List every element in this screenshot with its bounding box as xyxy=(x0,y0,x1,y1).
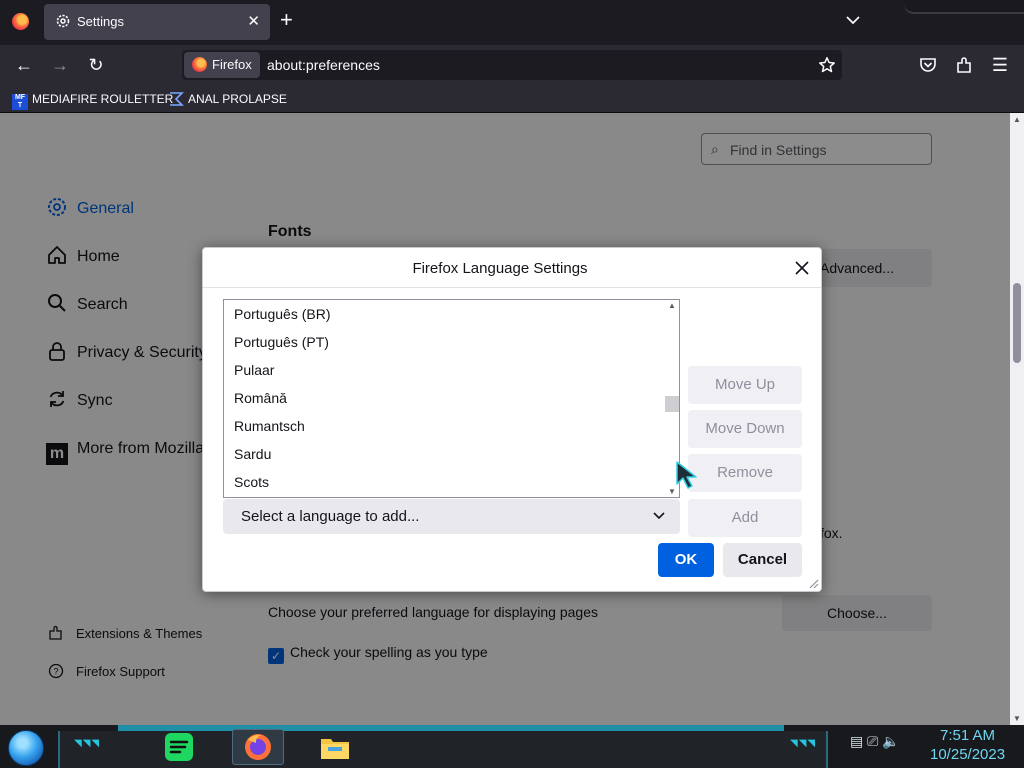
firefox-icon[interactable] xyxy=(241,730,275,764)
clock-date[interactable]: 10/25/2023 xyxy=(930,746,1005,763)
language-select[interactable]: Select a language to add... xyxy=(223,499,680,534)
menu-icon[interactable]: ☰ xyxy=(988,53,1012,77)
add-button[interactable]: Add xyxy=(688,499,802,537)
network-icon[interactable]: ⎚ xyxy=(867,733,878,749)
resize-grip-icon[interactable] xyxy=(807,577,819,589)
clock-time[interactable]: 7:51 AM xyxy=(940,727,995,744)
tab-settings[interactable]: Settings ✕ xyxy=(44,4,270,40)
tab-title: Settings xyxy=(77,14,124,29)
remove-button[interactable]: Remove xyxy=(688,454,802,492)
bookmarks-toolbar: MF T MEDIAFIRE ROULETTER ANAL PROLAPSE xyxy=(0,85,1024,113)
scrollbar-thumb[interactable] xyxy=(1013,283,1021,363)
taskbar: ◥◥◥ ◥◥◥ ▤ ⎚ 🔈 7:51 AM 10/25/2023 xyxy=(0,725,1024,768)
move-down-button[interactable]: Move Down xyxy=(688,410,802,448)
page-scrollbar[interactable]: ▲ ▼ xyxy=(1010,113,1024,725)
language-settings-dialog: Firefox Language Settings Português (BR)… xyxy=(202,247,822,592)
list-item[interactable]: Română xyxy=(234,390,287,406)
bookmark-star-icon[interactable] xyxy=(818,56,836,74)
list-item[interactable]: Rumantsch xyxy=(234,418,305,434)
list-item[interactable]: Sardu xyxy=(234,446,271,462)
scroll-down-icon[interactable]: ▼ xyxy=(1013,714,1021,723)
navigation-toolbar: ← → ↻ Firefox about:preferences ☰ xyxy=(0,45,1024,85)
spotify-icon[interactable] xyxy=(162,730,196,764)
pocket-icon[interactable] xyxy=(918,55,938,75)
url-bar[interactable]: Firefox about:preferences xyxy=(182,50,842,80)
bookmark-item[interactable]: MF T MEDIAFIRE ROULETTER xyxy=(12,90,174,110)
list-item[interactable]: Português (PT) xyxy=(234,334,329,350)
bookmark-label: MEDIAFIRE ROULETTER xyxy=(32,92,174,106)
identity-box[interactable]: Firefox xyxy=(184,52,260,78)
list-item[interactable]: Português (BR) xyxy=(234,306,330,322)
cancel-button[interactable]: Cancel xyxy=(723,543,802,577)
list-item[interactable]: Scots xyxy=(234,474,269,490)
mediafire-icon: MF T xyxy=(12,94,28,110)
start-button[interactable] xyxy=(8,730,44,766)
window-decoration xyxy=(904,0,1024,14)
url-text[interactable]: about:preferences xyxy=(267,57,380,73)
file-explorer-icon[interactable] xyxy=(318,730,352,764)
dialog-title: Firefox Language Settings xyxy=(412,260,588,277)
new-tab-icon[interactable]: + xyxy=(280,9,293,31)
scroll-up-icon[interactable]: ▲ xyxy=(668,301,676,310)
identity-label: Firefox xyxy=(212,57,252,72)
mouse-cursor-icon xyxy=(676,461,697,489)
decoration-icon: ◥◥◥ xyxy=(74,738,101,749)
back-icon[interactable]: ← xyxy=(12,53,36,77)
scrollbar-thumb[interactable] xyxy=(665,396,679,412)
sigma-icon xyxy=(170,92,184,106)
scroll-up-icon[interactable]: ▲ xyxy=(1013,115,1021,124)
chevron-down-icon xyxy=(653,512,665,520)
firefox-view-icon[interactable] xyxy=(12,13,29,30)
bookmark-label: ANAL PROLAPSE xyxy=(188,92,287,106)
system-tray[interactable]: ▤ ⎚ 🔈 xyxy=(850,733,900,750)
bookmark-item[interactable]: ANAL PROLAPSE xyxy=(168,90,287,108)
close-tab-icon[interactable]: ✕ xyxy=(247,12,260,30)
firefox-icon xyxy=(192,57,207,72)
move-up-button[interactable]: Move Up xyxy=(688,366,802,404)
volume-icon[interactable]: 🔈 xyxy=(882,733,899,749)
extensions-icon[interactable] xyxy=(954,55,974,75)
chevron-down-icon[interactable] xyxy=(845,12,861,28)
list-item[interactable]: Pulaar xyxy=(234,362,274,378)
language-list[interactable]: Português (BR) Português (PT) Pulaar Rom… xyxy=(223,299,680,498)
reload-icon[interactable]: ↻ xyxy=(84,53,108,77)
show-hidden-icon[interactable]: ▤ xyxy=(850,733,863,749)
forward-icon[interactable]: → xyxy=(48,53,72,77)
decoration-icon: ◥◥◥ xyxy=(790,738,817,749)
gear-icon xyxy=(56,14,70,28)
ok-button[interactable]: OK xyxy=(658,543,714,577)
dialog-divider xyxy=(203,287,821,288)
close-icon[interactable] xyxy=(792,258,812,278)
language-select-value: Select a language to add... xyxy=(241,508,420,525)
tab-bar: Settings ✕ + xyxy=(0,0,1024,45)
